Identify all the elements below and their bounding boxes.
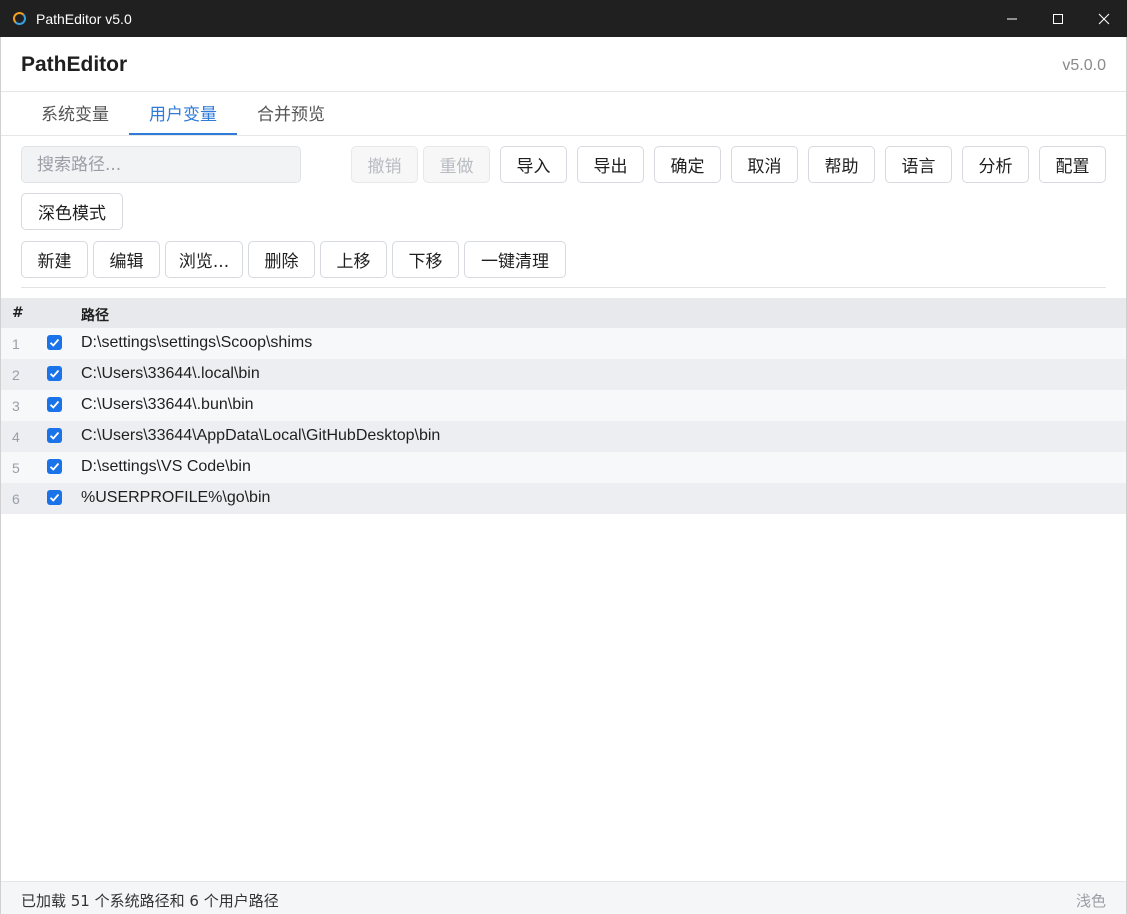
- theme-indicator: 浅色: [1075, 892, 1106, 910]
- table-row[interactable]: 1 D:\settings\settings\Scoop\shims: [1, 328, 1127, 359]
- row-number: 5: [12, 460, 20, 476]
- row-number: 6: [12, 491, 20, 507]
- checkmark-icon: [49, 338, 60, 347]
- enabled-checkbox[interactable]: [47, 366, 62, 381]
- maximize-button[interactable]: [1035, 0, 1081, 37]
- status-bar: 已加载 51 个系统路径和 6 个用户路径 浅色: [0, 881, 1127, 914]
- app-name: PathEditor: [21, 53, 128, 76]
- column-header-number: #: [12, 305, 24, 321]
- table-row[interactable]: 2 C:\Users\33644\.local\bin: [1, 359, 1127, 390]
- path-value: D:\settings\VS Code\bin: [81, 458, 251, 475]
- row-number: 2: [12, 367, 20, 383]
- maximize-icon: [1053, 13, 1063, 24]
- minimize-icon: [1007, 18, 1017, 19]
- enabled-checkbox[interactable]: [47, 428, 62, 443]
- checkmark-icon: [49, 493, 60, 502]
- path-value: C:\Users\33644\.local\bin: [81, 365, 260, 382]
- cleanup-button[interactable]: 一键清理: [464, 241, 566, 278]
- table-row[interactable]: 5 D:\settings\VS Code\bin: [1, 452, 1127, 483]
- move-down-button[interactable]: 下移: [392, 241, 459, 278]
- analyze-button[interactable]: 分析: [962, 146, 1029, 183]
- delete-button[interactable]: 删除: [248, 241, 315, 278]
- table-row[interactable]: 6 %USERPROFILE%\go\bin: [1, 483, 1127, 514]
- title-bar: PathEditor v5.0: [0, 0, 1127, 37]
- enabled-checkbox[interactable]: [47, 490, 62, 505]
- close-icon: [1098, 13, 1110, 24]
- help-button[interactable]: 帮助: [808, 146, 875, 183]
- path-value: C:\Users\33644\.bun\bin: [81, 396, 254, 413]
- row-number: 3: [12, 398, 20, 414]
- move-up-button[interactable]: 上移: [320, 241, 387, 278]
- app-header: PathEditor v5.0.0: [0, 37, 1127, 92]
- table-header: # 路径: [1, 298, 1127, 328]
- checkmark-icon: [49, 431, 60, 440]
- ok-button[interactable]: 确定: [654, 146, 721, 183]
- browse-button[interactable]: 浏览...: [165, 241, 243, 278]
- tab-user-variables[interactable]: 用户变量: [129, 93, 237, 135]
- row-number: 4: [12, 429, 20, 445]
- edit-button[interactable]: 编辑: [93, 241, 160, 278]
- minimize-button[interactable]: [989, 0, 1035, 37]
- row-number: 1: [12, 336, 20, 352]
- import-button[interactable]: 导入: [500, 146, 567, 183]
- search-input[interactable]: [21, 146, 301, 183]
- app-logo-icon: [12, 11, 28, 27]
- enabled-checkbox[interactable]: [47, 335, 62, 350]
- close-button[interactable]: [1081, 0, 1127, 37]
- table-row[interactable]: 4 C:\Users\33644\AppData\Local\GitHubDes…: [1, 421, 1127, 452]
- undo-button[interactable]: 撤销: [351, 146, 418, 183]
- table-row[interactable]: 3 C:\Users\33644\.bun\bin: [1, 390, 1127, 421]
- cancel-button[interactable]: 取消: [731, 146, 798, 183]
- redo-button[interactable]: 重做: [423, 146, 490, 183]
- path-value: %USERPROFILE%\go\bin: [81, 489, 271, 506]
- path-value: C:\Users\33644\AppData\Local\GitHubDeskt…: [81, 427, 441, 444]
- tab-system-variables[interactable]: 系统变量: [21, 93, 129, 135]
- window-controls: [989, 0, 1127, 37]
- app-version: v5.0.0: [1062, 57, 1106, 74]
- new-button[interactable]: 新建: [21, 241, 88, 278]
- window-title: PathEditor v5.0: [36, 10, 132, 27]
- tab-merged-preview[interactable]: 合并预览: [237, 93, 345, 135]
- config-button[interactable]: 配置: [1039, 146, 1106, 183]
- export-button[interactable]: 导出: [577, 146, 644, 183]
- path-value: D:\settings\settings\Scoop\shims: [81, 334, 313, 351]
- dark-mode-button[interactable]: 深色模式: [21, 193, 123, 230]
- enabled-checkbox[interactable]: [47, 459, 62, 474]
- tab-bar: 系统变量 用户变量 合并预览: [21, 93, 345, 136]
- language-button[interactable]: 语言: [885, 146, 952, 183]
- toolbar-divider: [21, 287, 1106, 288]
- checkmark-icon: [49, 400, 60, 409]
- column-header-path: 路径: [81, 308, 109, 324]
- enabled-checkbox[interactable]: [47, 397, 62, 412]
- status-message: 已加载 51 个系统路径和 6 个用户路径: [21, 892, 279, 910]
- tabs-divider: [0, 135, 1127, 136]
- checkmark-icon: [49, 369, 60, 378]
- checkmark-icon: [49, 462, 60, 471]
